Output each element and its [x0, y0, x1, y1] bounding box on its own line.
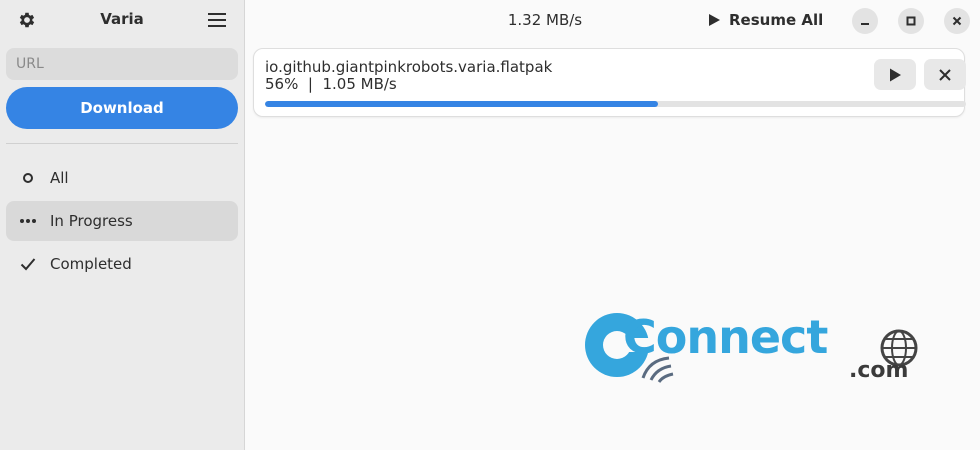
resume-all-button[interactable]: Resume All — [703, 6, 827, 34]
play-icon — [890, 68, 901, 81]
checkmark-icon — [6, 257, 50, 271]
maximize-button[interactable] — [898, 8, 924, 34]
download-button[interactable]: Download — [6, 87, 238, 129]
download-filename: io.github.giantpinkrobots.varia.flatpak — [265, 58, 553, 76]
minimize-button[interactable] — [852, 8, 878, 34]
filter-in-progress[interactable]: In Progress — [6, 201, 238, 241]
resume-all-label: Resume All — [729, 11, 824, 29]
filter-all-label: All — [50, 169, 69, 187]
download-progress-fill — [265, 101, 658, 107]
close-icon — [952, 16, 962, 26]
dots-icon — [6, 218, 50, 224]
filter-in-progress-label: In Progress — [50, 212, 133, 230]
sidebar-divider — [6, 143, 238, 144]
download-status: 56% | 1.05 MB/s — [265, 75, 397, 93]
maximize-icon — [906, 16, 916, 26]
sidebar-header: Varia — [0, 0, 244, 40]
minimize-icon — [861, 23, 869, 25]
resume-download-button[interactable] — [874, 59, 916, 90]
close-icon — [939, 68, 951, 81]
url-input[interactable] — [6, 48, 238, 80]
filter-completed-label: Completed — [50, 255, 132, 273]
circle-icon — [6, 172, 50, 184]
main-menu-button[interactable] — [202, 6, 232, 34]
cancel-download-button[interactable] — [924, 59, 966, 90]
download-item: io.github.giantpinkrobots.varia.flatpak … — [253, 48, 966, 117]
close-window-button[interactable] — [944, 8, 970, 34]
sidebar: Varia Download All In Progress Completed — [0, 0, 245, 450]
download-progress-bar — [265, 101, 966, 107]
watermark-suffix: .com — [849, 358, 909, 383]
filter-all[interactable]: All — [6, 158, 238, 198]
play-icon — [709, 14, 720, 26]
watermark-logo: Connect .com — [577, 300, 937, 400]
watermark-word: Connect — [623, 310, 828, 364]
filter-completed[interactable]: Completed — [6, 244, 238, 284]
hamburger-icon — [208, 13, 226, 27]
